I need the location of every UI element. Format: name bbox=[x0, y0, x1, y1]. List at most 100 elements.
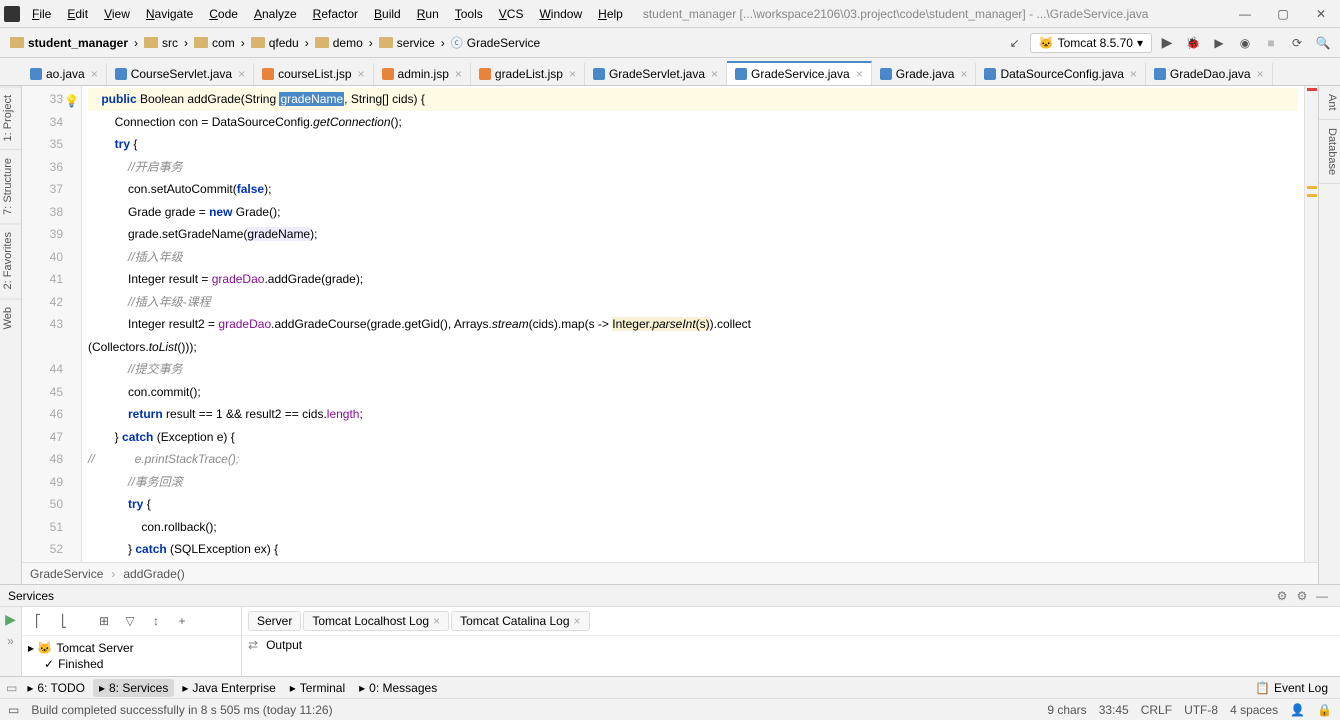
editor-tab[interactable]: gradeList.jsp× bbox=[471, 63, 585, 85]
warning-mark[interactable] bbox=[1307, 194, 1317, 197]
tool-tab-favorites[interactable]: 2: Favorites bbox=[0, 223, 21, 297]
menu-vcs[interactable]: VCS bbox=[495, 5, 528, 23]
menu-edit[interactable]: Edit bbox=[63, 5, 92, 23]
bottom-tool-tab[interactable]: ▸0: Messages bbox=[353, 679, 443, 697]
bottom-tool-tab[interactable]: ▸8: Services bbox=[93, 679, 174, 697]
breadcrumb-item[interactable]: student_manager bbox=[6, 34, 132, 52]
status-line-separator[interactable]: CRLF bbox=[1141, 703, 1172, 717]
update-button[interactable]: ⟳ bbox=[1286, 32, 1308, 54]
expand-all-button[interactable]: ⎡ bbox=[28, 611, 48, 631]
status-indent[interactable]: 4 spaces bbox=[1230, 703, 1278, 717]
event-log-button[interactable]: 📋 Event Log bbox=[1249, 679, 1334, 697]
editor-tab[interactable]: CourseServlet.java× bbox=[107, 63, 254, 85]
close-icon[interactable]: × bbox=[433, 614, 440, 628]
output-toggle-icon[interactable]: ⇄ bbox=[248, 638, 258, 652]
services-panel: Services ⚙ ⚙ — ▶ » ⎡ ⎣ ⊞ ▽ ↕ + ▸ 🐱Tomcat… bbox=[0, 584, 1340, 676]
run-coverage-button[interactable]: ▶ bbox=[1208, 32, 1230, 54]
line-number-gutter[interactable]: 33💡3435363738394041424344454647484950515… bbox=[22, 86, 82, 562]
close-tab-icon[interactable]: × bbox=[569, 67, 576, 81]
close-tab-icon[interactable]: × bbox=[91, 67, 98, 81]
tool-tab-ant[interactable]: Ant bbox=[1319, 86, 1340, 120]
tool-tab-web[interactable]: Web bbox=[0, 298, 21, 337]
code-editor[interactable]: public Boolean addGrade(String gradeName… bbox=[82, 86, 1304, 562]
tool-window-button[interactable]: ▭ bbox=[6, 681, 17, 695]
lock-icon[interactable]: 🔒 bbox=[1317, 703, 1332, 717]
collapse-all-button[interactable]: ⎣ bbox=[54, 611, 74, 631]
menu-file[interactable]: File bbox=[28, 5, 55, 23]
status-encoding[interactable]: UTF-8 bbox=[1184, 703, 1218, 717]
breadcrumb-item[interactable]: src bbox=[140, 34, 182, 52]
run-button[interactable]: ▶ bbox=[1156, 32, 1178, 54]
search-everywhere-button[interactable]: 🔍 bbox=[1312, 32, 1334, 54]
stop-button[interactable]: ■ bbox=[1260, 32, 1282, 54]
menu-run[interactable]: Run bbox=[413, 5, 443, 23]
menu-refactor[interactable]: Refactor bbox=[309, 5, 362, 23]
breadcrumb-item[interactable]: demo bbox=[311, 34, 367, 52]
services-tree-node[interactable]: ▸ 🐱Tomcat Server bbox=[28, 640, 235, 656]
group-button[interactable]: ⊞ bbox=[94, 611, 114, 631]
status-caret-position[interactable]: 33:45 bbox=[1099, 703, 1129, 717]
services-more-button[interactable]: » bbox=[7, 634, 14, 648]
minimize-button[interactable]: — bbox=[1230, 3, 1260, 25]
menu-code[interactable]: Code bbox=[205, 5, 242, 23]
services-tab[interactable]: Tomcat Localhost Log× bbox=[303, 611, 449, 631]
editor-tab[interactable]: courseList.jsp× bbox=[254, 63, 373, 85]
editor-tab[interactable]: ao.java× bbox=[22, 63, 107, 85]
breadcrumb-item[interactable]: service bbox=[375, 34, 439, 52]
services-hide-button[interactable]: — bbox=[1312, 589, 1332, 603]
editor-tab[interactable]: admin.jsp× bbox=[374, 63, 471, 85]
services-tree-node[interactable]: ✓Finished bbox=[28, 656, 235, 672]
editor-tab[interactable]: GradeServlet.java× bbox=[585, 63, 727, 85]
editor-tab[interactable]: GradeDao.java× bbox=[1146, 63, 1273, 85]
sort-button[interactable]: ↕ bbox=[146, 611, 166, 631]
error-stripe[interactable] bbox=[1304, 86, 1318, 562]
menu-tools[interactable]: Tools bbox=[451, 5, 487, 23]
debug-button[interactable]: 🐞 bbox=[1182, 32, 1204, 54]
bottom-tool-tab[interactable]: ▸Terminal bbox=[284, 679, 351, 697]
close-tab-icon[interactable]: × bbox=[455, 67, 462, 81]
services-settings-icon[interactable]: ⚙ bbox=[1272, 589, 1292, 603]
close-tab-icon[interactable]: × bbox=[960, 67, 967, 81]
services-run-button[interactable]: ▶ bbox=[5, 611, 16, 628]
run-configuration-select[interactable]: 🐱 Tomcat 8.5.70 ▾ bbox=[1030, 33, 1152, 53]
intention-bulb-icon[interactable]: 💡 bbox=[64, 90, 79, 113]
services-tab[interactable]: Server bbox=[248, 611, 301, 631]
warning-mark[interactable] bbox=[1307, 186, 1317, 189]
maximize-button[interactable]: ▢ bbox=[1268, 3, 1298, 25]
bottom-tool-tab[interactable]: ▸6: TODO bbox=[21, 679, 91, 697]
tool-tab-database[interactable]: Database bbox=[1319, 120, 1340, 184]
inspection-icon[interactable]: 👤 bbox=[1290, 703, 1305, 717]
close-tab-icon[interactable]: × bbox=[711, 67, 718, 81]
close-tab-icon[interactable]: × bbox=[1130, 67, 1137, 81]
close-tab-icon[interactable]: × bbox=[856, 67, 863, 81]
breadcrumb-method[interactable]: addGrade() bbox=[123, 567, 184, 581]
tool-tab-project[interactable]: 1: Project bbox=[0, 86, 21, 149]
breadcrumb-item[interactable]: ⓒGradeService bbox=[447, 32, 544, 53]
breadcrumb-class[interactable]: GradeService bbox=[30, 567, 103, 581]
menu-help[interactable]: Help bbox=[594, 5, 627, 23]
profile-button[interactable]: ◉ bbox=[1234, 32, 1256, 54]
add-service-button[interactable]: + bbox=[172, 611, 192, 631]
bottom-tool-tab[interactable]: ▸Java Enterprise bbox=[176, 679, 281, 697]
services-gear-icon[interactable]: ⚙ bbox=[1292, 589, 1312, 603]
close-tab-icon[interactable]: × bbox=[1257, 67, 1264, 81]
filter-button[interactable]: ▽ bbox=[120, 611, 140, 631]
close-icon[interactable]: × bbox=[574, 614, 581, 628]
breadcrumb-item[interactable]: qfedu bbox=[247, 34, 303, 52]
tool-tab-structure[interactable]: 7: Structure bbox=[0, 149, 21, 223]
menu-view[interactable]: View bbox=[100, 5, 134, 23]
error-mark[interactable] bbox=[1307, 88, 1317, 91]
close-tab-icon[interactable]: × bbox=[238, 67, 245, 81]
close-tab-icon[interactable]: × bbox=[358, 67, 365, 81]
editor-tab[interactable]: Grade.java× bbox=[872, 63, 977, 85]
build-button[interactable]: ↙ bbox=[1004, 32, 1026, 54]
menu-build[interactable]: Build bbox=[370, 5, 405, 23]
services-tab[interactable]: Tomcat Catalina Log× bbox=[451, 611, 589, 631]
editor-tab[interactable]: DataSourceConfig.java× bbox=[976, 63, 1145, 85]
close-window-button[interactable]: ✕ bbox=[1306, 3, 1336, 25]
editor-tab[interactable]: GradeService.java× bbox=[727, 61, 872, 85]
menu-window[interactable]: Window bbox=[535, 5, 586, 23]
menu-analyze[interactable]: Analyze bbox=[250, 5, 301, 23]
breadcrumb-item[interactable]: com bbox=[190, 34, 239, 52]
menu-navigate[interactable]: Navigate bbox=[142, 5, 197, 23]
